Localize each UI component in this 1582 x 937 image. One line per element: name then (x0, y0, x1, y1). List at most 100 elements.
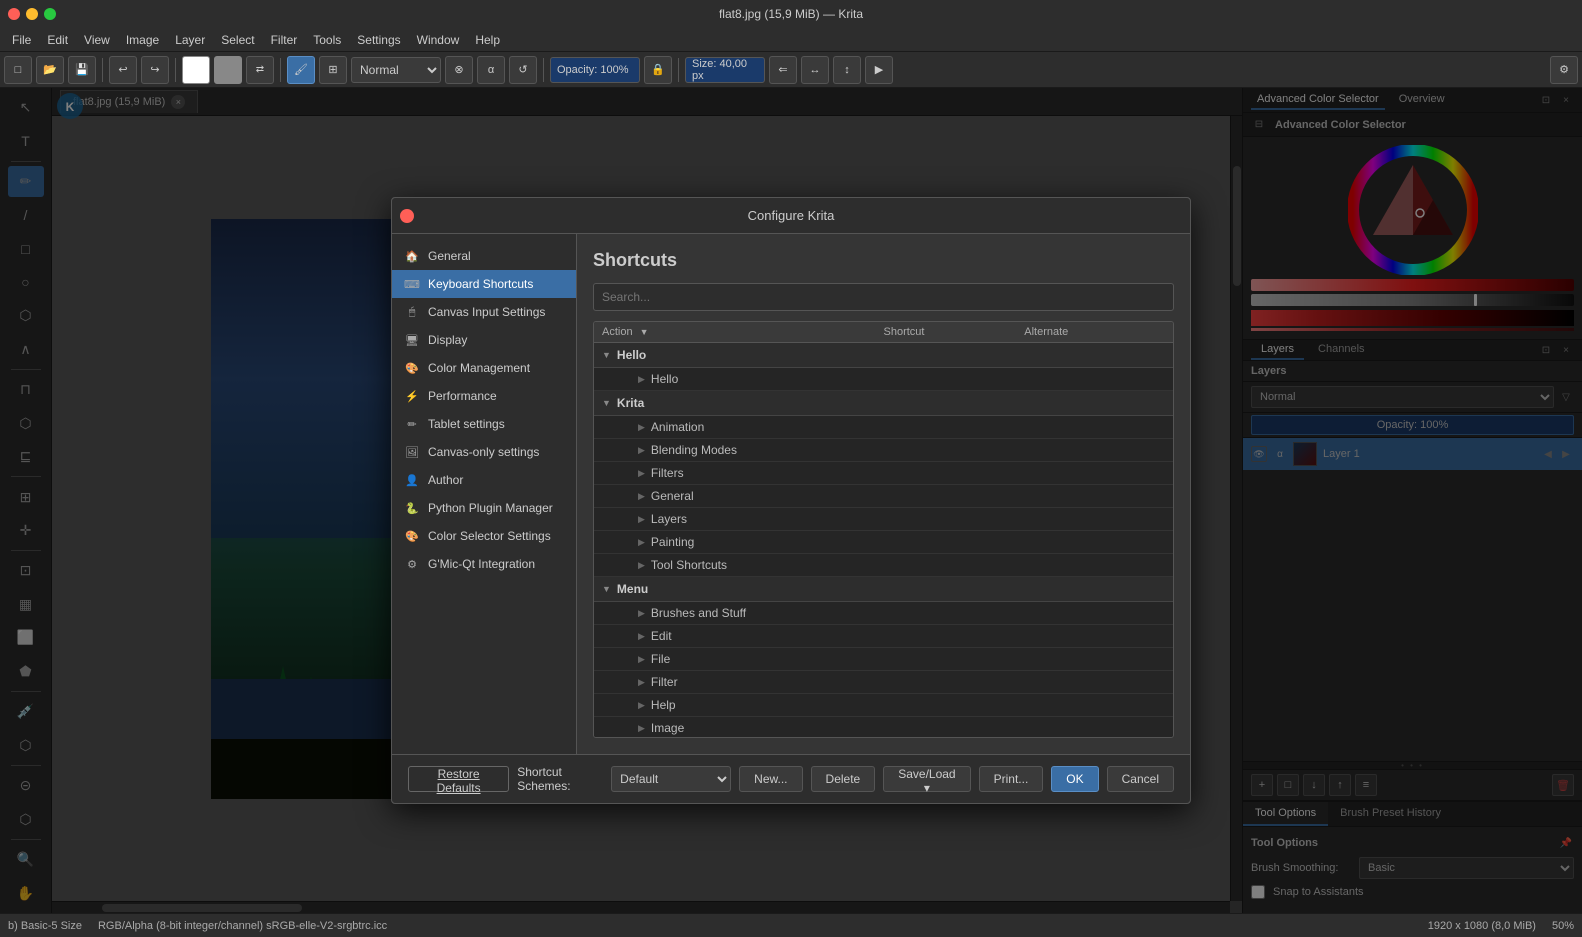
author-icon: 👤 (404, 472, 420, 488)
eraser-button[interactable]: ⊗ (445, 56, 473, 84)
dialog-nav-color-selector[interactable]: 🎨 Color Selector Settings (392, 522, 576, 550)
size-btn-1[interactable]: ⇐ (769, 56, 797, 84)
brushes-label: Brushes and Stuff (651, 606, 746, 620)
new-scheme-button[interactable]: New... (739, 766, 802, 792)
redo-button[interactable]: ↪ (141, 56, 169, 84)
delete-scheme-button[interactable]: Delete (811, 766, 876, 792)
group-krita[interactable]: ▼ Krita ▶ Animation ▶ Blending Modes (594, 391, 1173, 577)
background-color[interactable] (214, 56, 242, 84)
dialog-nav-canvas-input[interactable]: 🖱 Canvas Input Settings (392, 298, 576, 326)
krita-arrow-icon: ▼ (602, 398, 611, 408)
shortcut-search[interactable] (593, 283, 1174, 311)
layers-arrow: ▶ (638, 514, 645, 525)
save-load-button[interactable]: Save/Load ▾ (883, 766, 970, 792)
group-krita-header[interactable]: ▼ Krita (594, 391, 1173, 416)
foreground-color[interactable] (182, 56, 210, 84)
flip-v-button[interactable]: ↕ (833, 56, 861, 84)
dialog-close-button[interactable] (400, 209, 414, 223)
dialog-nav-performance[interactable]: ⚡ Performance (392, 382, 576, 410)
group-menu[interactable]: ▼ Menu ▶ Brushes and Stuff ▶ Edit (594, 577, 1173, 737)
swap-colors-button[interactable]: ⇄ (246, 56, 274, 84)
subitem-blending[interactable]: ▶ Blending Modes (594, 439, 1173, 462)
blend-mode-select[interactable]: Normal (351, 57, 441, 83)
menu-layer[interactable]: Layer (167, 31, 213, 49)
group-menu-header[interactable]: ▼ Menu (594, 577, 1173, 602)
undo-button[interactable]: ↩ (109, 56, 137, 84)
close-button[interactable] (8, 8, 20, 20)
opacity-lock-button[interactable]: 🔒 (644, 56, 672, 84)
size-field[interactable]: Size: 40,00 px (685, 57, 765, 83)
subitem-image[interactable]: ▶ Image (594, 717, 1173, 737)
subitem-general[interactable]: ▶ General (594, 485, 1173, 508)
cancel-button[interactable]: Cancel (1107, 766, 1174, 792)
subitem-filter[interactable]: ▶ Filter (594, 671, 1173, 694)
filters-arrow: ▶ (638, 468, 645, 479)
subitem-layers[interactable]: ▶ Layers (594, 508, 1173, 531)
subitem-hello[interactable]: ▶ Hello (594, 368, 1173, 391)
dialog-nav-display[interactable]: 🖥 Display (392, 326, 576, 354)
menu-window[interactable]: Window (409, 31, 468, 49)
opacity-field[interactable]: Opacity: 100% (550, 57, 640, 83)
subitem-brushes[interactable]: ▶ Brushes and Stuff (594, 602, 1173, 625)
group-hello[interactable]: ▼ Hello ▶ Hello (594, 343, 1173, 391)
canvas-only-icon: 🖼 (404, 444, 420, 460)
settings-button[interactable]: ⚙ (1550, 56, 1578, 84)
col-header-alternate[interactable]: Alternate (1024, 326, 1165, 338)
menu-help[interactable]: Help (467, 31, 508, 49)
menu-image[interactable]: Image (118, 31, 167, 49)
dialog-section-title: Shortcuts (593, 250, 1174, 271)
flip-h-button[interactable]: ↔ (801, 56, 829, 84)
subitem-tool-shortcuts[interactable]: ▶ Tool Shortcuts (594, 554, 1173, 577)
color-mgmt-icon: 🎨 (404, 360, 420, 376)
toolbar-separator-1 (102, 58, 103, 82)
print-button[interactable]: Print... (979, 766, 1044, 792)
menu-select[interactable]: Select (213, 31, 262, 49)
menu-tools[interactable]: Tools (305, 31, 349, 49)
subitem-animation[interactable]: ▶ Animation (594, 416, 1173, 439)
filters-label: Filters (651, 466, 684, 480)
dialog-nav-general[interactable]: 🏠 General (392, 242, 576, 270)
more-options-button[interactable]: ▶ (865, 56, 893, 84)
canvas-input-icon: 🖱 (404, 304, 420, 320)
menu-file[interactable]: File (4, 31, 39, 49)
refresh-button[interactable]: ↺ (509, 56, 537, 84)
dialog-nav-python[interactable]: 🐍 Python Plugin Manager (392, 494, 576, 522)
help-label: Help (651, 698, 676, 712)
brush-tool-button[interactable]: 🖌 (287, 56, 315, 84)
menu-edit[interactable]: Edit (39, 31, 76, 49)
subitem-file[interactable]: ▶ File (594, 648, 1173, 671)
ok-button[interactable]: OK (1051, 766, 1098, 792)
configure-krita-dialog: Configure Krita 🏠 General ⌨ Keyboard Sho… (391, 197, 1191, 804)
menu-view[interactable]: View (76, 31, 118, 49)
dialog-overlay: Configure Krita 🏠 General ⌨ Keyboard Sho… (0, 88, 1582, 913)
grid-button[interactable]: ⊞ (319, 56, 347, 84)
open-document-button[interactable]: 📂 (36, 56, 64, 84)
scheme-select[interactable]: Default (611, 766, 731, 792)
dialog-nav-color-mgmt[interactable]: 🎨 Color Management (392, 354, 576, 382)
dialog-nav-canvas-only[interactable]: 🖼 Canvas-only settings (392, 438, 576, 466)
menu-arrow-icon: ▼ (602, 584, 611, 594)
shortcut-list: ▼ Hello ▶ Hello (594, 343, 1173, 737)
dialog-nav-author[interactable]: 👤 Author (392, 466, 576, 494)
dialog-nav-keyboard[interactable]: ⌨ Keyboard Shortcuts (392, 270, 576, 298)
dialog-nav-gmic[interactable]: ⚙ G'Mic-Qt Integration (392, 550, 576, 578)
group-hello-header[interactable]: ▼ Hello (594, 343, 1173, 368)
minimize-button[interactable] (26, 8, 38, 20)
new-document-button[interactable]: □ (4, 56, 32, 84)
subitem-help[interactable]: ▶ Help (594, 694, 1173, 717)
help-arrow: ▶ (638, 700, 645, 711)
filter-arrow: ▶ (638, 677, 645, 688)
subitem-edit[interactable]: ▶ Edit (594, 625, 1173, 648)
col-header-action[interactable]: Action ▼ (602, 326, 884, 338)
dialog-nav-tablet[interactable]: ✏ Tablet settings (392, 410, 576, 438)
subitem-painting[interactable]: ▶ Painting (594, 531, 1173, 554)
preserve-alpha-button[interactable]: α (477, 56, 505, 84)
maximize-button[interactable] (44, 8, 56, 20)
main-toolbar: □ 📂 💾 ↩ ↪ ⇄ 🖌 ⊞ Normal ⊗ α ↺ Opacity: 10… (0, 52, 1582, 88)
save-document-button[interactable]: 💾 (68, 56, 96, 84)
restore-defaults-button[interactable]: Restore Defaults (408, 766, 509, 792)
col-header-shortcut[interactable]: Shortcut (884, 326, 1025, 338)
menu-settings[interactable]: Settings (349, 31, 408, 49)
menu-filter[interactable]: Filter (263, 31, 306, 49)
subitem-filters[interactable]: ▶ Filters (594, 462, 1173, 485)
